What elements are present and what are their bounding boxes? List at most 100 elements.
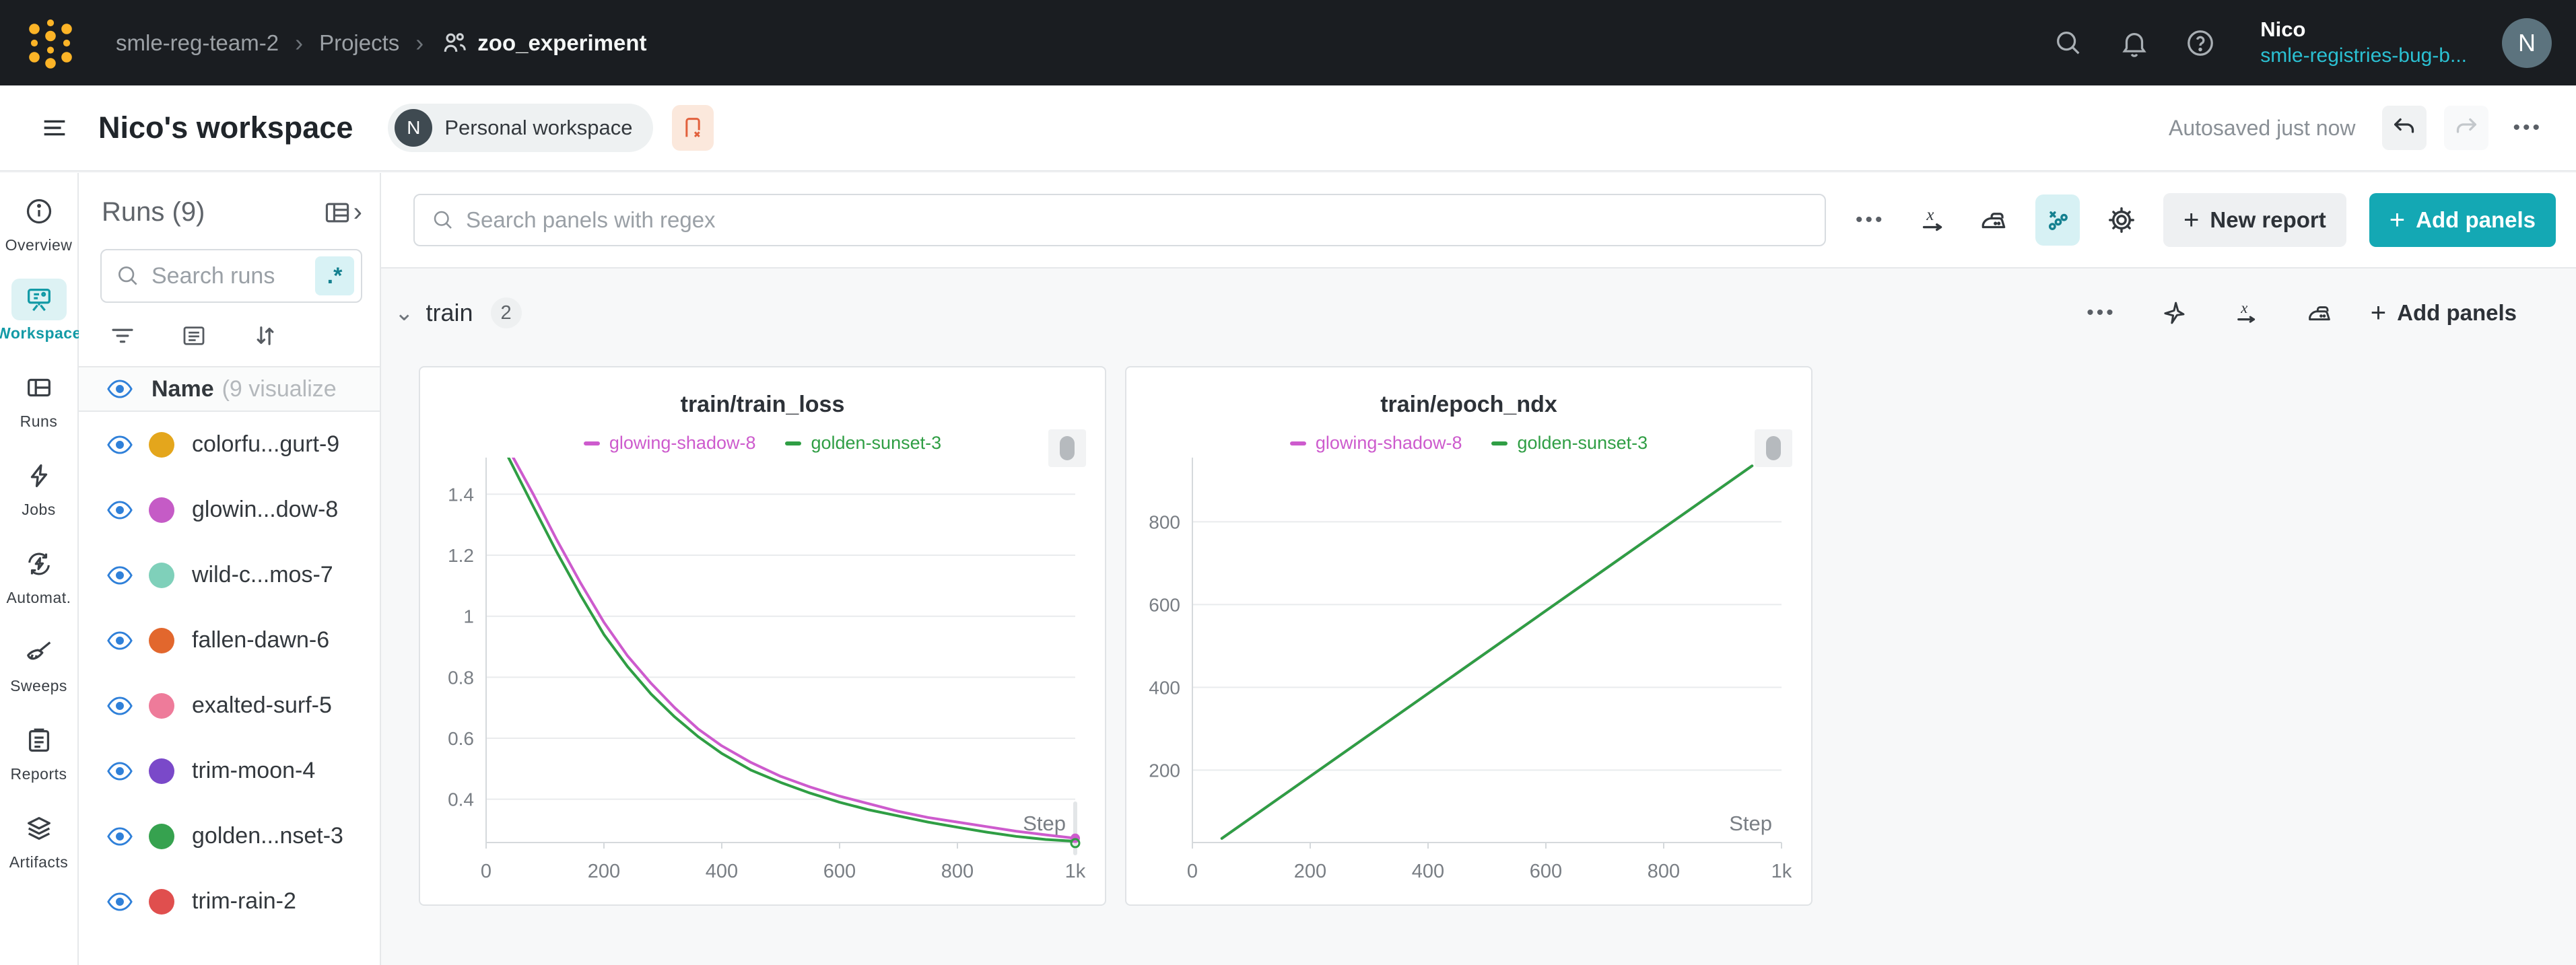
run-color-dot xyxy=(149,889,174,915)
run-row[interactable]: glowin...dow-8 xyxy=(79,477,380,542)
redo-button[interactable] xyxy=(2444,106,2488,150)
more-options-icon[interactable]: ••• xyxy=(2506,116,2549,139)
legend-swatch xyxy=(1290,441,1306,445)
table-icon xyxy=(323,198,352,227)
sidebar-item-artifacts[interactable]: Artifacts xyxy=(1,808,77,871)
workspace-type-label: Personal workspace xyxy=(444,116,632,140)
sidebar-item-sweeps[interactable]: Sweeps xyxy=(1,631,77,695)
section-name[interactable]: train xyxy=(426,299,473,327)
section-smoothing-button[interactable] xyxy=(2298,291,2341,334)
panel-cards-row: train/train_loss glowing-shadow-8 golden… xyxy=(419,366,1812,906)
workspace-main: ••• x xyxy=(381,173,2576,965)
svg-text:0: 0 xyxy=(1187,861,1198,882)
section-add-panels-button[interactable]: + Add panels xyxy=(2371,298,2556,328)
run-row[interactable]: trim-moon-4 xyxy=(79,738,380,803)
visibility-icon[interactable] xyxy=(106,561,134,589)
visibility-icon[interactable] xyxy=(106,627,134,655)
x-axis-icon: x xyxy=(1918,205,1948,236)
run-row[interactable]: fallen-dawn-6 xyxy=(79,608,380,673)
wandb-logo-icon[interactable] xyxy=(24,15,77,71)
visibility-icon[interactable] xyxy=(106,822,134,851)
expand-runs-table-button[interactable]: › xyxy=(323,197,362,227)
search-icon xyxy=(115,263,141,289)
chart-title: train/epoch_ndx xyxy=(1126,392,1811,418)
run-color-dot xyxy=(149,758,174,784)
avatar[interactable]: N xyxy=(2502,18,2552,68)
search-panels-input[interactable] xyxy=(466,207,1808,233)
bookmark-x-icon xyxy=(679,114,706,141)
autosave-status: Autosaved just now xyxy=(2169,116,2356,141)
collapse-section-icon[interactable]: ⌄ xyxy=(395,299,414,326)
user-org-link[interactable]: smle-registries-bug-b... xyxy=(2260,43,2467,69)
workspace-type-badge[interactable]: N Personal workspace xyxy=(388,104,652,152)
sidebar-item-reports[interactable]: Reports xyxy=(1,719,77,783)
regex-toggle-button[interactable]: .* xyxy=(315,256,354,295)
lightning-icon xyxy=(24,460,55,491)
undo-icon xyxy=(2391,114,2418,141)
sort-icon[interactable] xyxy=(251,322,279,350)
runs-count-title: Runs (9) xyxy=(102,197,205,227)
visualized-count-label: (9 visualize xyxy=(222,376,337,402)
sidebar-item-overview[interactable]: Overview xyxy=(1,190,77,254)
section-panel-count-badge: 2 xyxy=(491,297,522,328)
help-icon[interactable] xyxy=(2185,28,2216,59)
filter-icon[interactable] xyxy=(108,322,137,350)
visibility-icon[interactable] xyxy=(106,431,134,459)
discard-draft-button[interactable] xyxy=(672,105,714,151)
sidebar-item-workspace[interactable]: Workspace xyxy=(1,279,77,343)
panel-epoch-ndx[interactable]: train/epoch_ndx glowing-shadow-8 golden-… xyxy=(1125,366,1812,906)
bell-icon[interactable] xyxy=(2119,28,2150,59)
run-row[interactable]: trim-rain-2 xyxy=(79,869,380,934)
top-navbar: smle-reg-team-2 › Projects › zoo_experim… xyxy=(0,0,2576,85)
train-loss-plot[interactable]: 0.40.60.811.21.402004006008001kStep xyxy=(430,450,1095,898)
svg-text:1.2: 1.2 xyxy=(448,545,474,566)
left-nav-rail: Overview Workspace Runs Jobs xyxy=(0,173,79,965)
run-row[interactable]: colorfu...gurt-9 xyxy=(79,412,380,477)
visibility-icon[interactable] xyxy=(106,888,134,916)
section-sparkle-button[interactable] xyxy=(2153,291,2196,334)
visibility-all-icon[interactable] xyxy=(106,375,134,403)
svg-text:200: 200 xyxy=(1294,861,1326,882)
undo-button[interactable] xyxy=(2382,106,2427,150)
breadcrumb-projects[interactable]: Projects xyxy=(319,30,399,56)
search-runs-input[interactable] xyxy=(151,263,315,289)
broom-icon xyxy=(24,637,55,668)
sparkle-icon xyxy=(2160,299,2188,327)
run-row[interactable]: golden...nset-3 xyxy=(79,803,380,869)
visibility-icon[interactable] xyxy=(106,496,134,524)
sidebar-item-jobs[interactable]: Jobs xyxy=(1,455,77,519)
chart-title: train/train_loss xyxy=(420,392,1105,418)
breadcrumb-team[interactable]: smle-reg-team-2 xyxy=(116,30,279,56)
runs-column-header: Name (9 visualize xyxy=(79,366,380,412)
svg-text:200: 200 xyxy=(1149,760,1180,781)
panels-more-icon[interactable]: ••• xyxy=(1849,209,1892,231)
user-info[interactable]: Nico smle-registries-bug-b... xyxy=(2260,17,2467,68)
run-row[interactable]: exalted-surf-5 xyxy=(79,673,380,738)
sidebar-item-runs[interactable]: Runs xyxy=(1,367,77,431)
new-report-button[interactable]: + New report xyxy=(2163,193,2346,247)
search-icon[interactable] xyxy=(2053,28,2084,59)
svg-text:600: 600 xyxy=(1149,594,1180,615)
outlier-mode-button[interactable] xyxy=(2035,194,2080,246)
smoothing-button[interactable] xyxy=(1975,199,2012,242)
section-more-icon[interactable]: ••• xyxy=(2080,301,2123,324)
visibility-icon[interactable] xyxy=(106,692,134,720)
add-panels-button[interactable]: + Add panels xyxy=(2369,193,2556,247)
sidebar-item-automations[interactable]: Automat. xyxy=(1,543,77,607)
svg-text:x: x xyxy=(2240,299,2247,316)
svg-text:800: 800 xyxy=(1648,861,1680,882)
name-column-label[interactable]: Name xyxy=(151,376,214,402)
settings-button[interactable] xyxy=(2103,199,2140,242)
svg-text:1k: 1k xyxy=(1065,861,1086,882)
gear-icon xyxy=(2106,205,2137,236)
breadcrumb-project[interactable]: zoo_experiment xyxy=(440,28,646,58)
menu-icon[interactable] xyxy=(39,112,70,143)
run-row[interactable]: wild-c...mos-7 xyxy=(79,542,380,608)
visibility-icon[interactable] xyxy=(106,757,134,785)
x-axis-settings-button[interactable]: x xyxy=(1915,199,1953,242)
search-icon xyxy=(431,208,455,232)
group-list-icon[interactable] xyxy=(180,322,208,350)
section-x-axis-button[interactable]: x xyxy=(2225,291,2268,334)
epoch-ndx-plot[interactable]: 20040060080002004006008001kStep xyxy=(1136,450,1802,898)
panel-train-loss[interactable]: train/train_loss glowing-shadow-8 golden… xyxy=(419,366,1106,906)
